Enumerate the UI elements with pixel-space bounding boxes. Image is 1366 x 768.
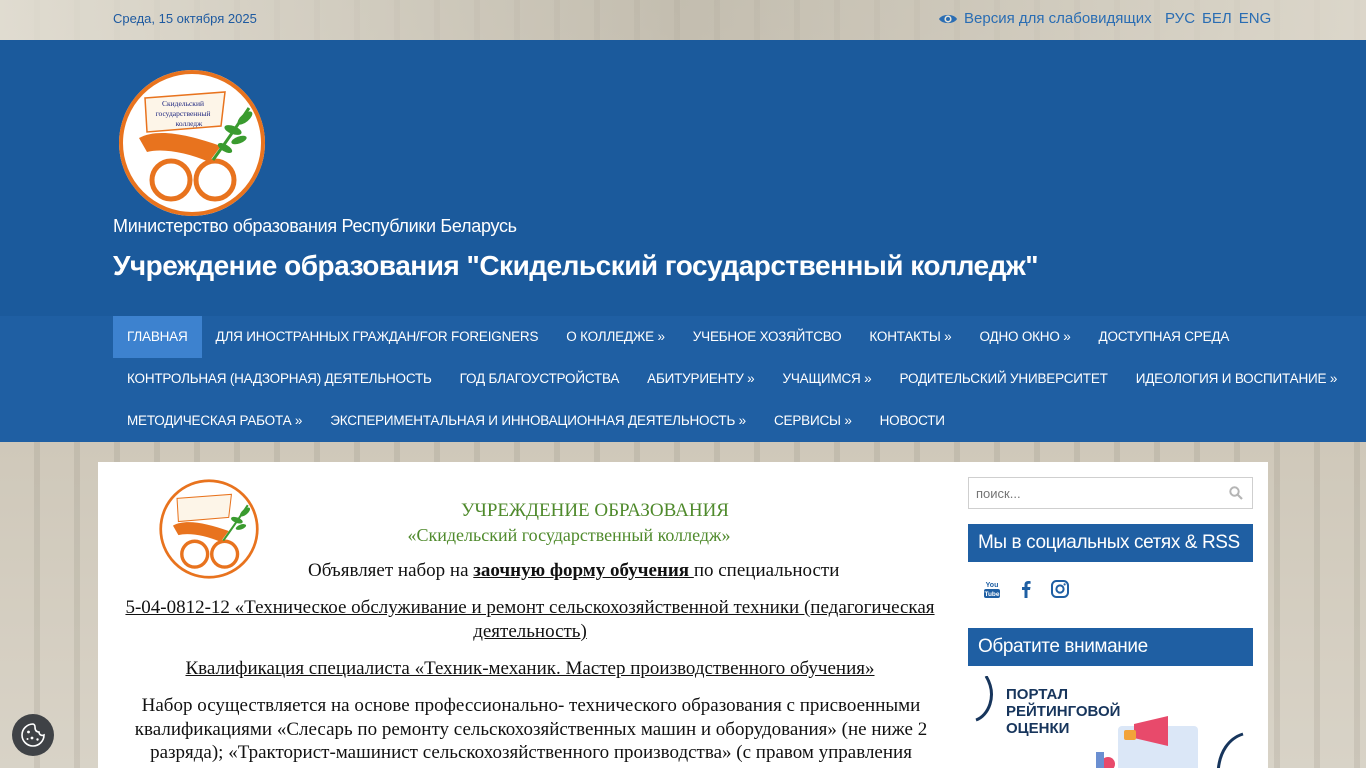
language-switcher: РУС БЕЛ ENG [1165, 10, 1271, 27]
sidebar: Мы в социальных сетях & RSS You Tube Обр… [968, 477, 1253, 768]
site-header: Скидельский государственный колледж Мини… [0, 40, 1366, 316]
poster-specialty: 5-04-0812-12 «Техническое обслуживание и… [125, 597, 935, 642]
cookie-icon [21, 723, 45, 747]
cookie-settings-button[interactable] [12, 714, 54, 756]
social-links: You Tube [968, 562, 1253, 616]
search-input[interactable] [969, 478, 1209, 508]
svg-text:Tube: Tube [984, 591, 999, 598]
instagram-icon[interactable] [1050, 579, 1070, 599]
nav-students[interactable]: Учащимся » [769, 358, 886, 400]
nav-improvement-year[interactable]: Год благоустройства [446, 358, 633, 400]
logo-text-1: Скидельский [162, 99, 204, 108]
nav-row-1: Главная Для иностранных граждан/For fore… [113, 316, 1243, 358]
poster-qualification: Квалификация специалиста «Техник-механик… [185, 658, 875, 679]
admission-poster[interactable]: УЧРЕЖДЕНИЕ ОБРАЗОВАНИЯ «Скидельский госу… [112, 476, 948, 768]
portal-text: ПОРТАЛ РЕЙТИНГОВОЙ ОЦЕНКИ [1006, 686, 1120, 737]
nav-experimental[interactable]: Экспериментальная и инновационная деятел… [316, 400, 760, 442]
nav-applicants[interactable]: Абитуриенту » [633, 358, 768, 400]
lang-eng[interactable]: ENG [1239, 10, 1272, 27]
nav-farm[interactable]: Учебное хозяйтсво [679, 316, 856, 358]
current-date: Среда, 15 октября 2025 [113, 11, 257, 26]
nav-news[interactable]: Новости [866, 400, 959, 442]
college-logo[interactable]: Скидельский государственный колледж [117, 68, 267, 218]
low-vision-label: Версия для слабовидящих [964, 10, 1152, 27]
portal-text-2: РЕЙТИНГОВОЙ [1006, 703, 1121, 720]
site-title[interactable]: Учреждение образования "Скидельский госу… [113, 250, 1039, 282]
nav-accessible[interactable]: Доступная среда [1085, 316, 1244, 358]
poster-announce: Объявляет набор на заочную форму обучени… [308, 560, 839, 582]
nav-services[interactable]: Сервисы » [760, 400, 866, 442]
nav-row-2: Контрольная (надзорная) деятельность Год… [113, 358, 1351, 400]
announce-pre: Объявляет набор на [308, 560, 474, 581]
announce-bold: заочную форму обучения [473, 560, 694, 581]
social-widget-title: Мы в социальных сетях & RSS [968, 524, 1253, 562]
nav-one-window[interactable]: Одно окно » [966, 316, 1085, 358]
youtube-icon[interactable]: You Tube [982, 579, 1002, 599]
nav-foreigners[interactable]: Для иностранных граждан/For foreigners [202, 316, 553, 358]
logo-text-3: колледж [176, 119, 203, 128]
nav-row-3: Методическая работа » Экспериментальная … [113, 400, 959, 442]
poster-body: Набор осуществляется на основе профессио… [134, 695, 928, 768]
lang-rus[interactable]: РУС [1165, 10, 1195, 27]
svg-text:You: You [986, 582, 999, 589]
nav-ideology[interactable]: Идеология и воспитание » [1122, 358, 1351, 400]
eye-icon [939, 14, 957, 23]
logo-text-2: государственный [156, 109, 211, 118]
lang-bel[interactable]: БЕЛ [1202, 10, 1232, 27]
search-icon[interactable] [1229, 486, 1243, 500]
poster-title-1-text: УЧРЕЖДЕНИЕ ОБРАЗОВАНИЯ [461, 500, 729, 521]
announce-post: по специальности [693, 560, 840, 581]
low-vision-link[interactable]: Версия для слабовидящих [938, 10, 1152, 27]
nav-methodical[interactable]: Методическая работа » [113, 400, 316, 442]
rating-portal-banner[interactable]: ПОРТАЛ РЕЙТИНГОВОЙ ОЦЕНКИ [968, 676, 1253, 768]
poster-title-2-text: «Скидельский государственный колледж» [407, 525, 731, 545]
main-navigation: Главная Для иностранных граждан/For fore… [0, 316, 1366, 442]
facebook-icon[interactable] [1016, 579, 1036, 599]
nav-about[interactable]: О колледже » [552, 316, 679, 358]
poster-title-2: «Скидельский государственный колледж» [112, 525, 978, 546]
nav-control[interactable]: Контрольная (надзорная) деятельность [113, 358, 446, 400]
nav-home[interactable]: Главная [113, 316, 202, 358]
notice-widget-title: Обратите внимание [968, 628, 1253, 666]
portal-text-1: ПОРТАЛ [1006, 686, 1069, 703]
nav-parent-university[interactable]: Родительский университет [885, 358, 1121, 400]
poster-title-1: УЧРЕЖДЕНИЕ ОБРАЗОВАНИЯ [112, 500, 978, 522]
search-box [968, 477, 1253, 509]
top-bar: Среда, 15 октября 2025 Версия для слабов… [0, 0, 1366, 40]
content-area: УЧРЕЖДЕНИЕ ОБРАЗОВАНИЯ «Скидельский госу… [98, 462, 1268, 768]
portal-text-3: ОЦЕНКИ [1006, 720, 1070, 737]
ministry-label: Министерство образования Республики Бела… [113, 216, 517, 236]
nav-contacts[interactable]: Контакты » [855, 316, 965, 358]
